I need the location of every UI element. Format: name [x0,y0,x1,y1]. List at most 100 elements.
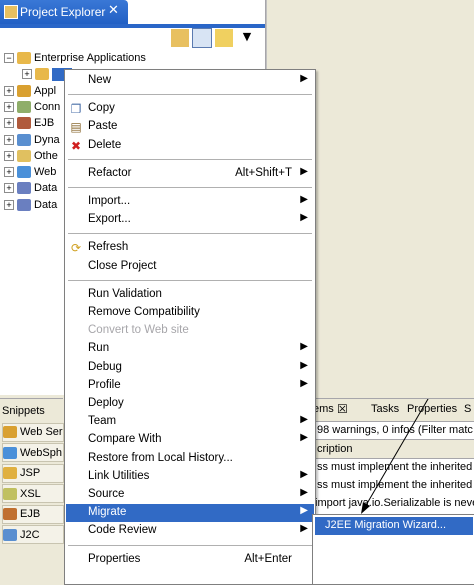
project-explorer-icon [4,5,18,19]
view-menu-icon[interactable]: ▼ [238,28,256,46]
menu-item-label: Export... [88,213,131,226]
tree-item[interactable]: − Enterprise Applications [4,50,146,66]
folder-icon [17,100,31,113]
palette-item[interactable]: EJB [2,504,64,524]
sync-icon[interactable] [214,28,234,48]
palette-item-label: J2C [20,528,40,541]
menu-item-run-validation[interactable]: Run Validation [66,286,314,304]
project-explorer-title: Project Explorer [20,5,106,19]
palette-item[interactable]: Web Ser [2,422,64,442]
link-editor-icon[interactable] [192,28,212,48]
palette-item-icon [3,467,17,479]
tree-item[interactable]: + Appl [4,83,56,99]
refresh-icon: ⟳ [70,241,82,256]
menu-item-properties[interactable]: Properties Alt+Enter [66,551,314,569]
menu-item-remove-compatibility[interactable]: Remove Compatibility [66,304,314,322]
expand-toggle-icon[interactable]: + [4,101,14,112]
menu-item-link-utilities[interactable]: Link Utilities ▶ [66,468,314,486]
menu-item-migrate[interactable]: Migrate ▶ [66,504,314,523]
menu-item-copy[interactable]: ❐ Copy [66,100,314,118]
folder-icon [17,198,31,211]
tree-item-label: Dyna [34,133,60,146]
palette-item-label: JSP [20,467,41,479]
folder-icon [17,182,31,195]
menu-separator [68,187,312,189]
menu-item-restore-from-local-history[interactable]: Restore from Local History... [66,450,314,468]
tree-item-label: Othe [34,149,58,162]
menu-item-shortcut: Alt+Enter [244,552,292,565]
menu-item-run[interactable]: Run ▶ [66,340,314,358]
menu-item-source[interactable]: Source ▶ [66,486,314,504]
migrate-submenu: J2EE Migration Wizard... [312,514,474,585]
menu-item-label: Delete [88,138,122,151]
menu-item-paste[interactable]: ▤ Paste [66,118,314,136]
menu-item-j2ee-migration-wizard[interactable]: J2EE Migration Wizard... [315,517,473,535]
expand-toggle-icon[interactable]: + [4,118,14,129]
menu-item-label: J2EE Migration Wizard... [325,519,447,531]
expand-toggle-icon[interactable]: − [4,53,14,63]
menu-item-compare-with[interactable]: Compare With ▶ [66,431,314,449]
submenu-arrow-icon: ▶ [300,414,308,426]
expand-toggle-icon[interactable]: + [4,183,14,194]
menu-item-label: New [88,74,112,86]
menu-item-label: Profile [88,378,121,391]
menu-item-label: Restore from Local History... [88,451,233,464]
tree-item[interactable]: + Data [4,180,57,196]
palette-item[interactable]: WebSph [2,443,64,462]
menu-item-label: Migrate [88,506,127,519]
menu-item-delete[interactable]: ✖ Delete [66,137,314,155]
expand-toggle-icon[interactable]: + [22,69,32,80]
expand-toggle-icon[interactable]: + [4,199,14,210]
tree-item[interactable]: + EJB [4,115,54,131]
palette-item[interactable]: J2C [2,525,64,544]
palette-item[interactable]: Snippets [2,402,62,419]
palette-item-label: Snippets [2,404,45,417]
menu-item-refresh[interactable]: ⟳ Refresh [66,239,314,257]
menu-item-refactor[interactable]: Refactor Alt+Shift+T ▶ [66,165,314,183]
palette-item-icon [3,508,17,520]
submenu-arrow-icon: ▶ [300,523,308,535]
menu-item-debug[interactable]: Debug ▶ [66,359,314,377]
copy-icon: ❐ [70,102,82,117]
tree-item[interactable]: + Conn [4,99,60,115]
tree-item[interactable]: + Othe [4,148,58,164]
expand-toggle-icon[interactable]: + [4,134,14,145]
menu-item-label: Run Validation [88,287,162,300]
menu-item-deploy[interactable]: Deploy [66,395,314,413]
tree-item-label: Appl [34,84,57,97]
collapse-all-icon[interactable] [170,28,190,48]
palette-item-icon [3,487,17,500]
submenu-arrow-icon: ▶ [300,487,308,498]
menu-item-import[interactable]: Import... ▶ [66,193,314,211]
palette-item[interactable]: XSL [2,484,64,503]
menu-item-label: Paste [88,120,118,133]
menu-item-close-project[interactable]: Close Project [66,258,314,276]
context-menu: New ▶ ❐ Copy ▤ Paste ✖ Delete Refactor Alt+Shift+… [64,69,316,585]
close-icon[interactable]: ✕ [108,3,119,18]
menu-separator [68,544,312,547]
submenu-arrow-icon: ▶ [300,194,308,205]
menu-item-new[interactable]: New ▶ [66,72,314,90]
palette-view: Snippets Web Ser WebSph JSP XSL EJB J2C [0,398,64,584]
menu-item-label: Debug [88,360,122,373]
tree-item[interactable]: + Dyna [4,132,60,148]
tree-item-label: Data [34,198,58,211]
menu-item-label: Import... [88,195,131,207]
delete-icon: ✖ [70,138,82,153]
expand-toggle-icon[interactable]: + [4,85,14,96]
expand-toggle-icon[interactable]: + [4,150,14,161]
palette-item-label: XSL [20,487,41,500]
paste-icon: ▤ [70,120,82,135]
menu-item-profile[interactable]: Profile ▶ [66,377,314,395]
palette-item[interactable]: JSP [2,463,64,483]
menu-item-export[interactable]: Export... ▶ [66,211,314,229]
palette-item-label: WebSph [20,446,62,459]
menu-item-label: Deploy [88,397,124,409]
expand-toggle-icon[interactable]: + [4,167,14,178]
tree-item[interactable]: + Web [4,164,56,180]
tree-item[interactable]: + Data [4,197,57,213]
menu-item-code-review[interactable]: Code Review ▶ [66,522,314,540]
project-explorer-tab[interactable]: Project Explorer ✕ [0,0,128,24]
folder-icon [17,133,31,146]
menu-item-team[interactable]: Team ▶ [66,413,314,431]
